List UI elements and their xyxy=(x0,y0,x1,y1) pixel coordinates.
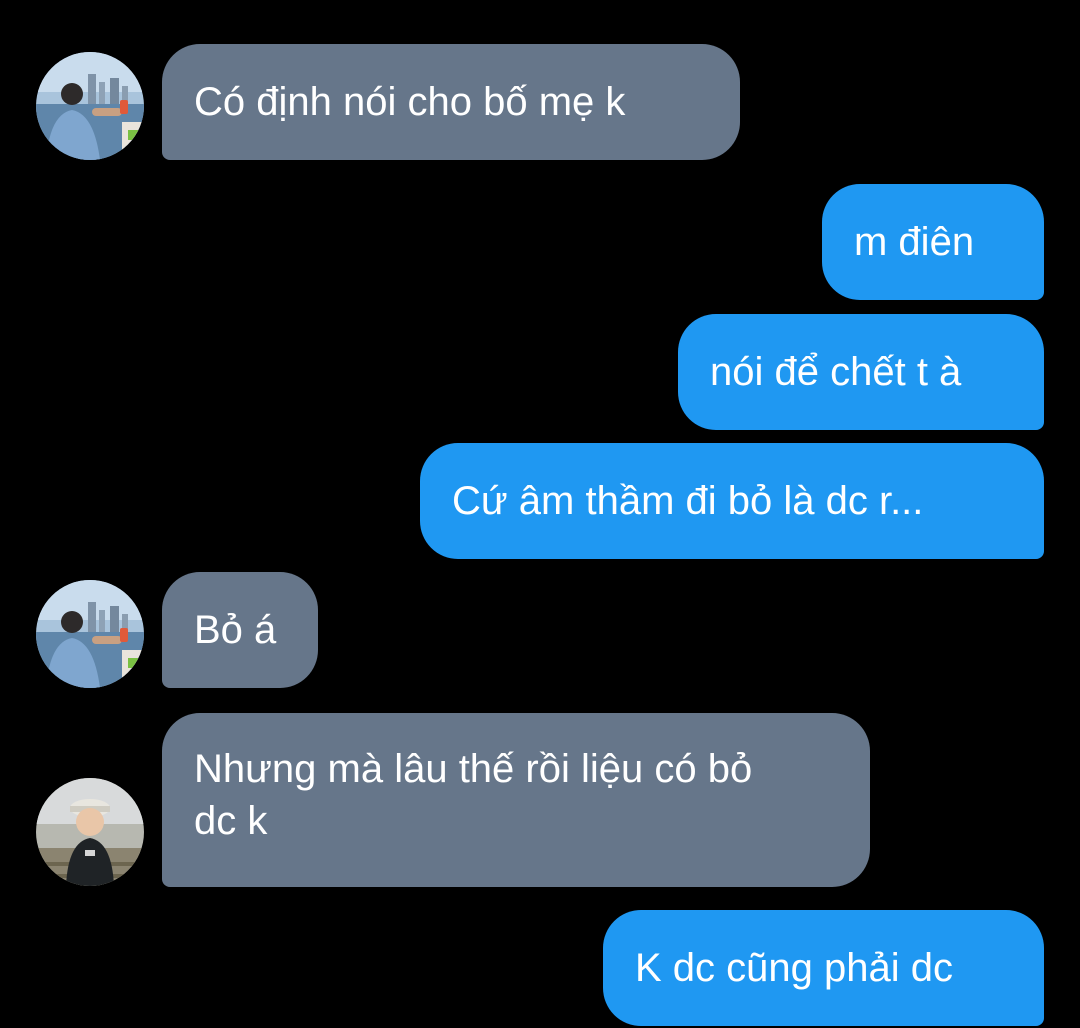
chat-thread: Có định nói cho bố mẹ k m điên nói để ch… xyxy=(0,0,1080,1028)
contact-avatar[interactable] xyxy=(36,52,144,160)
message-text: m điên xyxy=(854,220,975,264)
message-text: Bỏ á xyxy=(194,608,277,652)
message-text: Cứ âm thầm đi bỏ là dc r... xyxy=(452,479,924,523)
avatar-photo-man-waterfront-icon xyxy=(36,580,144,688)
message-text: Có định nói cho bố mẹ k xyxy=(194,80,626,124)
message-text: Nhưng mà lâu thế rồi liệu có bỏ dc k xyxy=(194,747,753,843)
contact-avatar[interactable] xyxy=(36,778,144,886)
contact-avatar[interactable] xyxy=(36,580,144,688)
message-bubble-sent[interactable]: nói để chết t à xyxy=(678,314,1044,430)
message-text: K dc cũng phải dc xyxy=(635,946,953,990)
message-bubble-sent[interactable]: Cứ âm thầm đi bỏ là dc r... xyxy=(420,443,1044,559)
message-bubble-sent[interactable]: K dc cũng phải dc xyxy=(603,910,1044,1026)
avatar-photo-child-cap-icon xyxy=(36,778,144,886)
message-bubble-received[interactable]: Nhưng mà lâu thế rồi liệu có bỏ dc k xyxy=(162,713,870,887)
message-bubble-received[interactable]: Có định nói cho bố mẹ k xyxy=(162,44,740,160)
message-text: nói để chết t à xyxy=(710,350,962,394)
message-bubble-sent[interactable]: m điên xyxy=(822,184,1044,300)
message-bubble-received[interactable]: Bỏ á xyxy=(162,572,318,688)
avatar-photo-man-waterfront-icon xyxy=(36,52,144,160)
